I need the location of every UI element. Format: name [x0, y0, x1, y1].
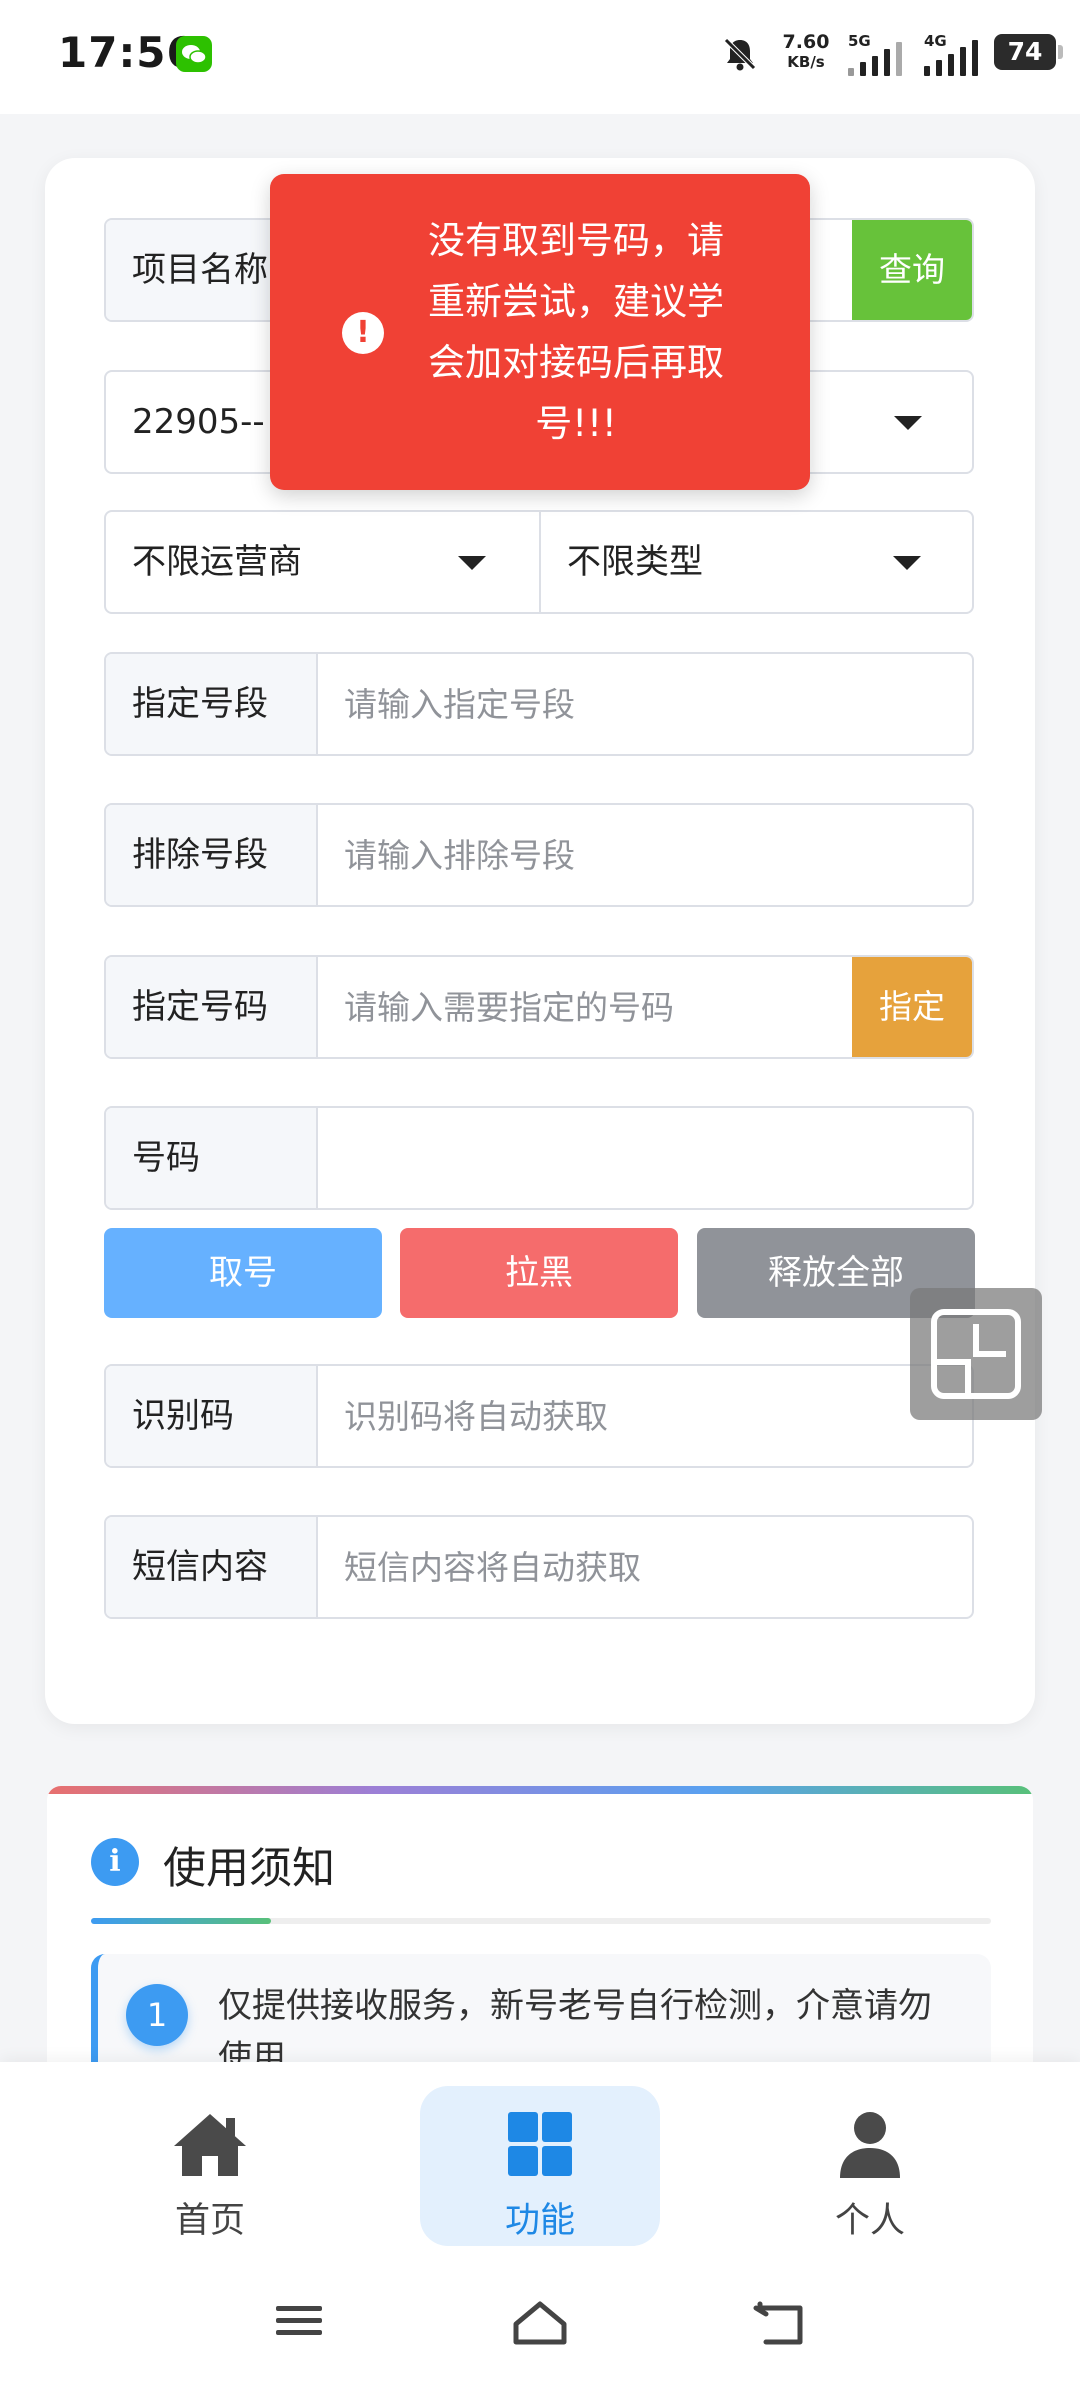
blacklist-button[interactable]: 拉黑	[400, 1228, 678, 1318]
exclude-prefix-row: 排除号段	[104, 803, 974, 907]
include-prefix-row: 指定号段	[104, 652, 974, 756]
notice-top-border	[47, 1786, 1033, 1794]
specify-number-row: 指定号码 指定	[104, 955, 974, 1059]
sms-label: 短信内容	[106, 1517, 318, 1617]
notice-title: 使用须知	[163, 1844, 335, 1894]
type-select-value: 不限类型	[567, 542, 703, 582]
toast-message: 没有取到号码，请重新尝试，建议学会加对接码后再取号!!!	[428, 219, 724, 445]
battery-icon: 74	[994, 34, 1063, 70]
chevron-down-icon	[894, 416, 922, 430]
menu-icon[interactable]	[274, 2300, 324, 2340]
floating-window-button[interactable]	[910, 1288, 1042, 1420]
chevron-down-icon	[893, 556, 921, 570]
code-input[interactable]	[318, 1366, 972, 1466]
person-icon	[840, 2112, 900, 2178]
nav-label-home: 首页	[174, 2201, 245, 2241]
operator-select[interactable]: 不限运营商	[106, 512, 539, 612]
include-prefix-input[interactable]	[318, 654, 972, 754]
nav-item-features[interactable]: 功能	[420, 2086, 660, 2246]
window-resize-icon	[931, 1309, 1021, 1399]
number-row: 号码	[104, 1106, 974, 1210]
number-label: 号码	[106, 1108, 318, 1208]
get-number-button[interactable]: 取号	[104, 1228, 382, 1318]
net-speed: 7.60 KB/s	[776, 32, 836, 72]
exclude-prefix-label: 排除号段	[106, 805, 318, 905]
specify-number-label: 指定号码	[106, 957, 318, 1057]
code-row: 识别码	[104, 1364, 974, 1468]
filter-selects: 不限运营商 不限类型	[104, 510, 974, 614]
type-select[interactable]: 不限类型	[541, 512, 972, 612]
number-input[interactable]	[318, 1108, 972, 1208]
status-bar: 17:56 7.60 KB/s 5G 4G 74	[0, 0, 1080, 114]
net-speed-unit: KB/s	[787, 53, 825, 71]
nav-item-profile[interactable]: 个人	[750, 2086, 990, 2246]
specify-number-input[interactable]	[318, 957, 852, 1057]
info-icon: i	[91, 1838, 139, 1886]
query-button[interactable]: 查询	[852, 220, 972, 320]
notice-divider-accent	[91, 1918, 271, 1924]
net-speed-value: 7.60	[782, 31, 830, 53]
status-icons: 7.60 KB/s 5G 4G 74	[720, 28, 1080, 84]
wechat-icon	[176, 36, 212, 72]
project-select-value: 22905--	[132, 402, 265, 442]
sim1-signal-icon: 5G	[848, 32, 906, 76]
sms-input[interactable]	[318, 1517, 972, 1617]
bell-muted-icon	[720, 34, 760, 74]
exclude-prefix-input[interactable]	[318, 805, 972, 905]
bottom-nav: 首页 功能 个人	[0, 2062, 1080, 2400]
nav-label-profile: 个人	[834, 2201, 905, 2241]
chevron-down-icon	[458, 556, 486, 570]
home-nav-icon[interactable]	[510, 2300, 570, 2346]
back-icon[interactable]	[752, 2300, 808, 2346]
specify-button[interactable]: 指定	[852, 957, 972, 1057]
error-toast: ! 没有取到号码，请重新尝试，建议学会加对接码后再取号!!!	[270, 174, 810, 490]
nav-label-features: 功能	[504, 2201, 575, 2241]
nav-item-home[interactable]: 首页	[90, 2086, 330, 2246]
notice-item-number: 1	[126, 1984, 188, 2046]
sms-row: 短信内容	[104, 1515, 974, 1619]
home-icon	[174, 2114, 246, 2176]
sim2-signal-icon: 4G	[924, 32, 982, 76]
operator-select-value: 不限运营商	[132, 542, 302, 582]
code-label: 识别码	[106, 1366, 318, 1466]
grid-icon	[508, 2112, 572, 2176]
error-icon: !	[342, 312, 384, 354]
include-prefix-label: 指定号段	[106, 654, 318, 754]
